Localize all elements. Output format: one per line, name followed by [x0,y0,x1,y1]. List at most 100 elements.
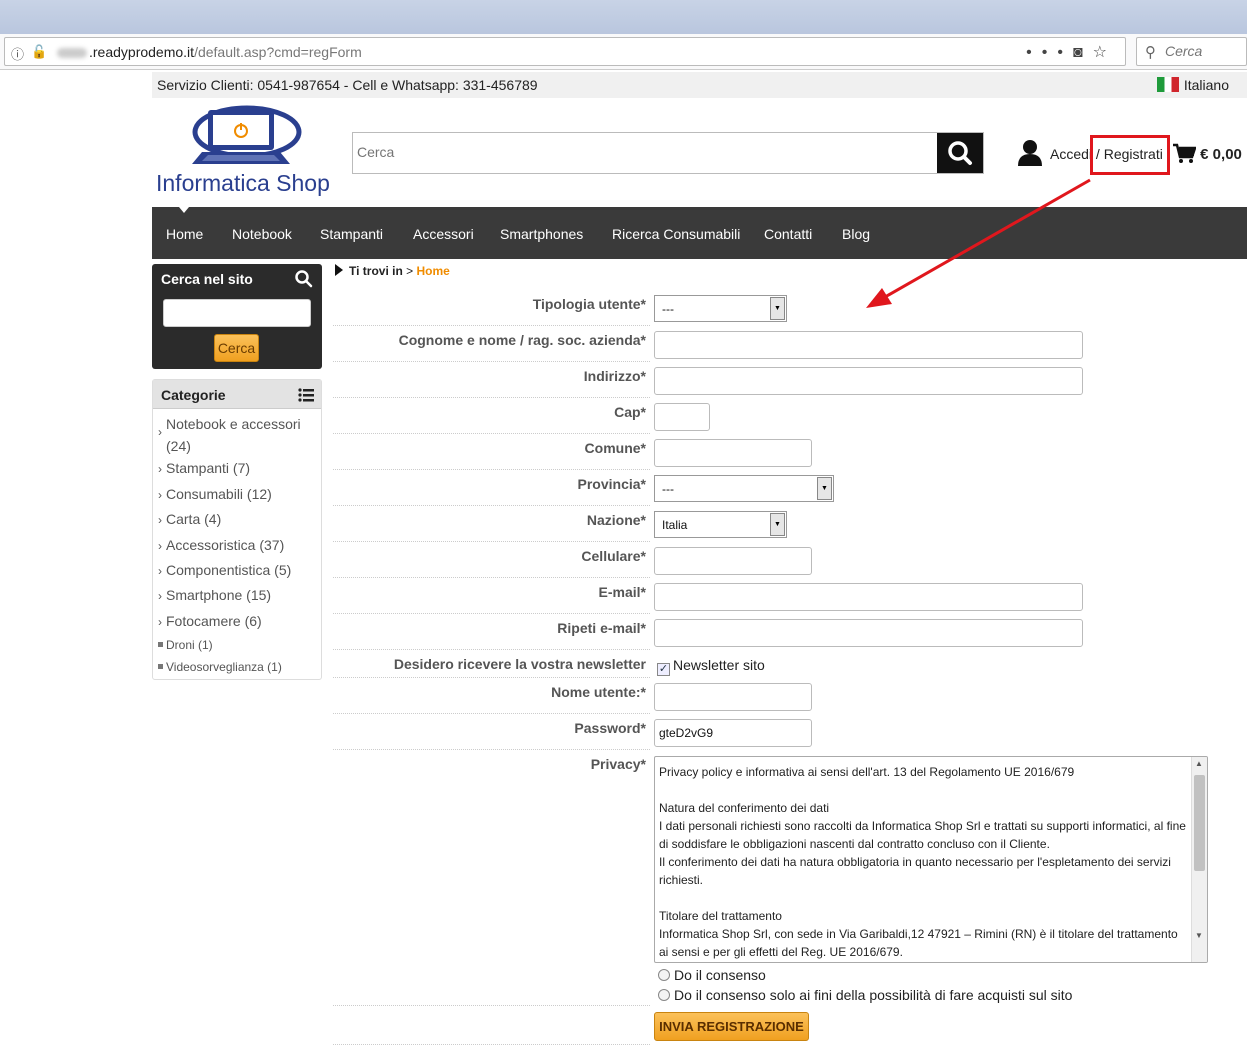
provincia-value: --- [662,482,674,496]
more-actions-icon[interactable]: ••• [1026,44,1073,61]
browser-search-input[interactable] [1165,43,1240,59]
insecure-lock-icon[interactable]: 🔓 [31,44,47,60]
cart-button[interactable]: € 0,00 [1172,142,1242,164]
header-search-button[interactable] [937,133,983,173]
customer-service-text: Servizio Clienti: 0541-987654 - Cell e W… [157,77,538,93]
sidebar-search-panel: Cerca nel sito Cerca [152,264,322,369]
chevron-right-icon: › [158,488,162,502]
email-input[interactable] [654,583,1083,611]
chevron-right-icon: › [158,564,162,578]
nav-accessori[interactable]: Accessori [413,226,474,242]
bookmark-star-icon[interactable]: ☆ [1093,44,1117,61]
cap-input[interactable] [654,403,710,431]
form-label-username: Nome utente:* [333,684,650,714]
nav-smartphones[interactable]: Smartphones [500,226,583,242]
italian-flag-icon [1156,77,1179,92]
url-domain: .readyprodemo.it [89,44,195,60]
chevron-right-icon: › [158,425,162,439]
category-item[interactable]: › Fotocamere (6) [158,613,262,629]
newsletter-label: Newsletter sito [673,657,765,673]
form-label-cap: Cap* [333,404,650,434]
cellulare-input[interactable] [654,547,812,575]
consent-label: Do il consenso solo ai fini della possib… [674,987,1073,1003]
cognome-input[interactable] [654,331,1083,359]
form-label-newsletter: Desidero ricevere la vostra newsletter [333,656,650,678]
form-label-cognome: Cognome e nome / rag. soc. azienda* [333,332,650,362]
password-input[interactable] [654,719,812,747]
scroll-up-icon[interactable]: ▲ [1195,759,1203,768]
privacy-scrollbar[interactable]: ▲ ▼ [1191,757,1207,962]
nazione-select[interactable]: Italia ▼ [654,511,787,538]
consent-radio-full[interactable]: Do il consenso [658,967,766,983]
language-selector[interactable]: Italiano [1156,77,1229,93]
active-indicator-icon [179,207,189,213]
form-label-indirizzo: Indirizzo* [333,368,650,398]
category-label: Accessoristica (37) [166,537,285,553]
header-search-input[interactable] [357,144,927,160]
submit-registration-button[interactable]: INVIA REGISTRAZIONE [654,1012,809,1041]
sidebar-search-button[interactable]: Cerca [214,334,259,362]
checkmark-icon[interactable]: ✓ [657,663,670,676]
categories-title: Categorie [161,387,226,403]
breadcrumb-home-link[interactable]: Home [417,264,450,278]
newsletter-checkbox[interactable]: ✓ Newsletter sito [657,657,765,676]
nazione-value: Italia [662,518,688,532]
category-label: Fotocamere (6) [166,613,262,629]
form-label-tipologia: Tipologia utente* [333,296,650,326]
consent-radio-purchases[interactable]: Do il consenso solo ai fini della possib… [658,987,1072,1003]
category-item[interactable]: › Notebook e accessori (24) [158,413,301,457]
nav-blog[interactable]: Blog [842,226,870,242]
browser-titlebar [0,0,1247,34]
browser-toolbar: ⓘ 🔓 .readyprodemo.it/default.asp?cmd=reg… [0,34,1247,70]
form-label-comune: Comune* [333,440,650,470]
scroll-thumb[interactable] [1194,775,1205,871]
form-label-cellulare: Cellulare* [333,548,650,578]
annotation-highlight-box [1090,135,1170,175]
nav-notebook[interactable]: Notebook [232,226,292,242]
category-label: Videosorveglianza (1) [166,660,282,674]
categories-header: Categorie [153,380,321,409]
chevron-right-icon: › [158,615,162,629]
category-item[interactable]: › Consumabili (12) [158,486,272,502]
login-link[interactable]: Accedi [1050,146,1092,162]
scroll-down-icon[interactable]: ▼ [1195,931,1203,940]
category-item[interactable]: Videosorveglianza (1) [158,660,282,674]
sidebar-search-input[interactable] [163,299,311,327]
indirizzo-input[interactable] [654,367,1083,395]
search-icon [295,270,313,288]
site-logo[interactable]: Informatica Shop [152,100,342,200]
pocket-icon[interactable]: ◙ [1073,44,1093,61]
category-item[interactable]: › Carta (4) [158,511,221,527]
nav-ricerca-consumabili[interactable]: Ricerca Consumabili [612,226,740,242]
info-topbar: Servizio Clienti: 0541-987654 - Cell e W… [152,72,1247,98]
nav-contatti[interactable]: Contatti [764,226,812,242]
form-row-divider [333,1012,650,1045]
category-item[interactable]: › Accessoristica (37) [158,537,284,553]
url-text[interactable]: .readyprodemo.it/default.asp?cmd=regForm [57,44,362,60]
category-label: Droni (1) [166,638,213,652]
nav-stampanti[interactable]: Stampanti [320,226,383,242]
dropdown-arrow-icon: ▼ [817,477,832,500]
category-item[interactable]: › Componentistica (5) [158,562,291,578]
search-icon: ⚲ [1145,44,1156,61]
provincia-select[interactable]: --- ▼ [654,475,834,502]
ripeti-email-input[interactable] [654,619,1083,647]
info-icon[interactable]: ⓘ [11,44,24,63]
list-icon[interactable] [298,388,314,402]
main-nav: Home Notebook Stampanti Accessori Smartp… [152,207,1247,259]
comune-input[interactable] [654,439,812,467]
nav-home[interactable]: Home [166,226,203,242]
radio-button-icon[interactable] [658,989,670,1001]
category-item[interactable]: › Stampanti (7) [158,460,250,476]
tipologia-select[interactable]: --- ▼ [654,295,787,322]
address-bar[interactable]: ⓘ 🔓 .readyprodemo.it/default.asp?cmd=reg… [4,37,1126,66]
category-label: Consumabili (12) [166,486,272,502]
category-item[interactable]: Droni (1) [158,638,213,652]
radio-button-icon[interactable] [658,969,670,981]
dropdown-arrow-icon: ▼ [770,297,785,320]
browser-search-box[interactable]: ⚲ [1136,37,1247,66]
privacy-textarea[interactable]: Privacy policy e informativa ai sensi de… [654,756,1208,963]
url-path: /default.asp?cmd=regForm [194,44,362,60]
username-input[interactable] [654,683,812,711]
category-item[interactable]: › Smartphone (15) [158,587,271,603]
